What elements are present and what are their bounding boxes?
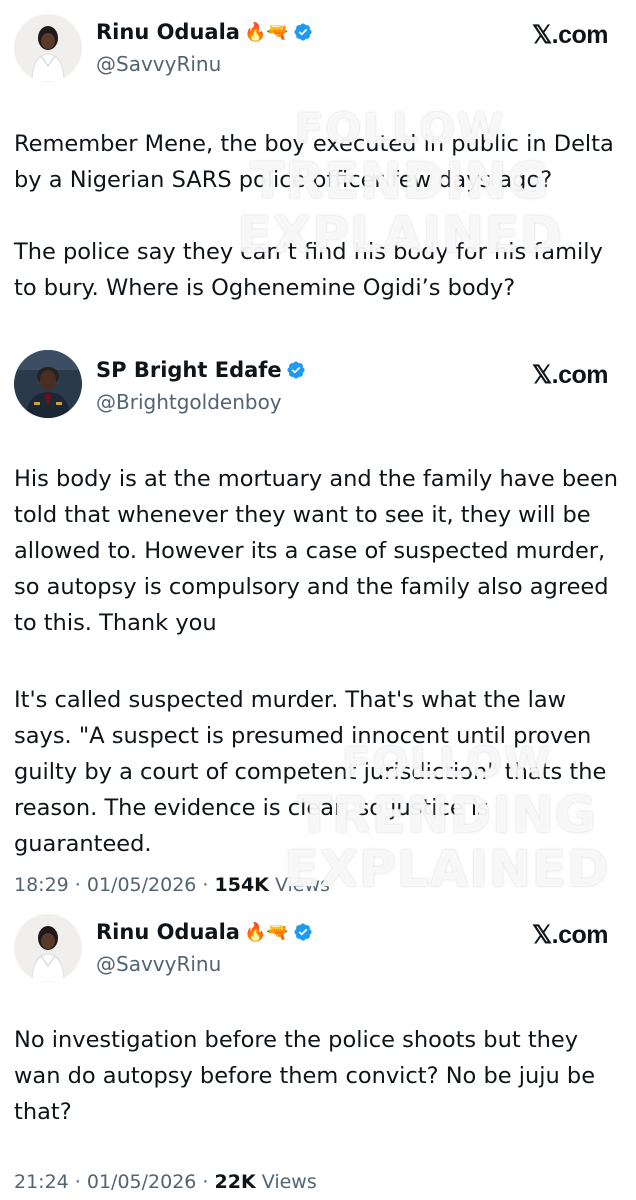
fire-gun-emoji: 🔥🔫 xyxy=(243,921,289,943)
tweet-text: Remember Mene, the boy executed in publi… xyxy=(14,131,614,301)
author-handle[interactable]: @SavvyRinu xyxy=(96,952,221,976)
author-name[interactable]: SP Bright Edafe xyxy=(96,358,306,382)
tweet-meta: 21:24 · 01/05/2026 · 22K Views xyxy=(14,1171,317,1193)
x-brand-label: 𝕏.com xyxy=(532,21,609,49)
author-name-text: Rinu Oduala xyxy=(96,920,240,944)
x-brand-label: 𝕏.com xyxy=(532,921,609,949)
tweet-text-continued: It's called suspected murder. That's wha… xyxy=(14,687,614,857)
tweet-text: His body is at the mortuary and the fami… xyxy=(14,466,626,636)
views-label: Views xyxy=(261,1171,317,1193)
author-name-text: SP Bright Edafe xyxy=(96,358,282,382)
author-name[interactable]: Rinu Oduala 🔥🔫 xyxy=(96,20,313,44)
verified-badge-icon xyxy=(294,23,312,41)
tweet-timestamp[interactable]: 18:29 · 01/05/2026 · xyxy=(14,874,215,896)
fire-gun-emoji: 🔥🔫 xyxy=(243,21,289,43)
author-name-text: Rinu Oduala xyxy=(96,20,240,44)
verified-badge-icon xyxy=(287,361,305,379)
tweet-meta: 18:29 · 01/05/2026 · 154K Views xyxy=(14,874,330,896)
author-handle[interactable]: @Brightgoldenboy xyxy=(96,390,282,414)
views-count: 154K xyxy=(214,874,269,896)
tweet-timestamp[interactable]: 21:24 · 01/05/2026 · xyxy=(14,1171,215,1193)
views-label: Views xyxy=(274,874,330,896)
avatar[interactable] xyxy=(14,350,82,418)
avatar[interactable] xyxy=(14,914,82,982)
author-name[interactable]: Rinu Oduala 🔥🔫 xyxy=(96,920,313,944)
tweet-text: No investigation before the police shoot… xyxy=(14,1027,603,1125)
verified-badge-icon xyxy=(294,923,312,941)
views-count: 22K xyxy=(214,1171,256,1193)
x-brand-label: 𝕏.com xyxy=(532,361,609,389)
author-handle[interactable]: @SavvyRinu xyxy=(96,52,221,76)
avatar[interactable] xyxy=(14,14,82,82)
